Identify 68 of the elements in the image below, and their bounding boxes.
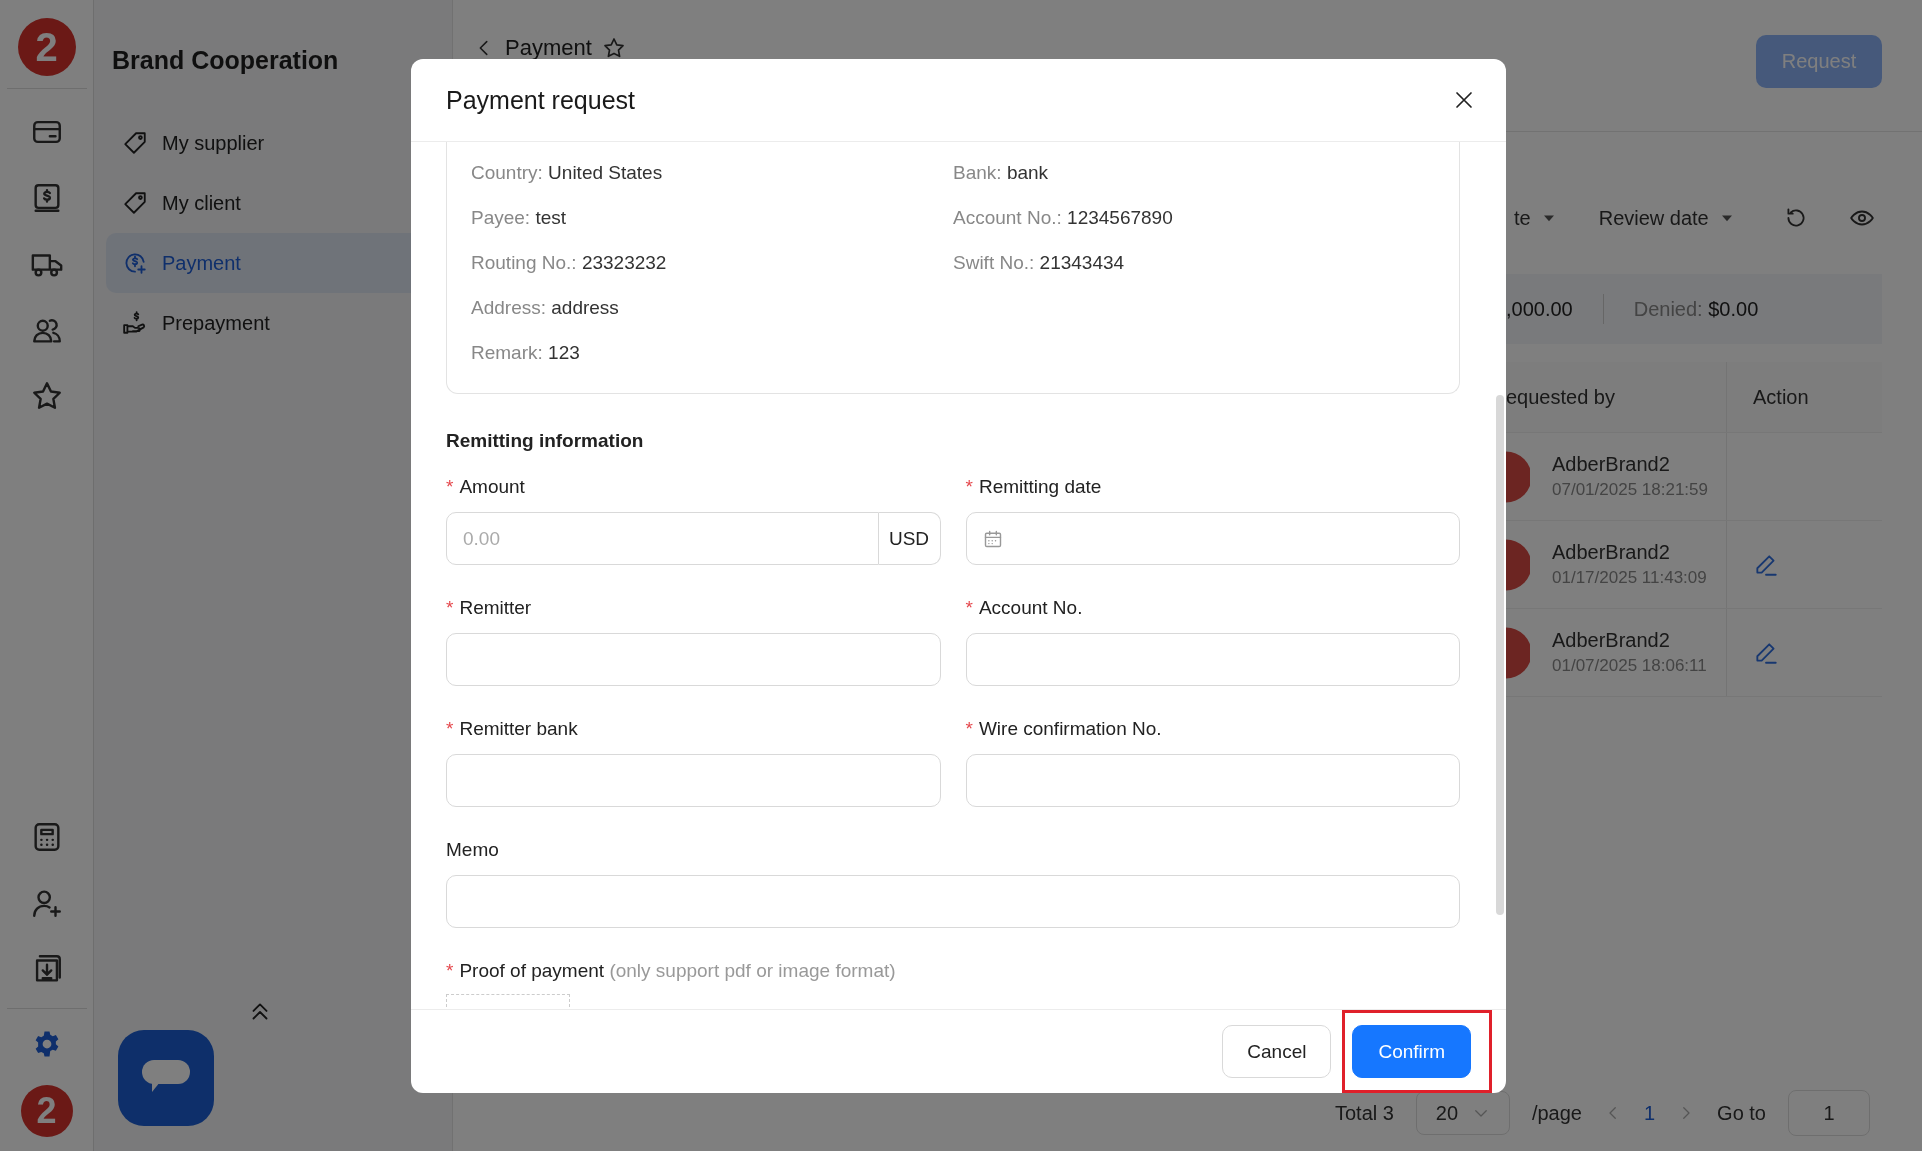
info-text: Bank: bank [953, 161, 1050, 184]
info-text: Routing No.: 23323232 [471, 251, 668, 274]
calendar-icon [982, 528, 1003, 549]
chat-button[interactable] [118, 1030, 214, 1126]
per-page-label: /page [1531, 1101, 1582, 1125]
section-title: Remitting information [446, 430, 645, 452]
sidebar-item[interactable]: My supplier [106, 113, 440, 173]
required-mark: * [446, 597, 454, 618]
requester-name: AdberBrand2 [1552, 453, 1671, 476]
required-mark: * [965, 718, 973, 739]
avatar-icon [1506, 538, 1530, 591]
text-field[interactable] [446, 633, 941, 686]
dialog-title: Payment request [446, 85, 635, 115]
total-count: Total 3 [1334, 1101, 1394, 1125]
info-text: Country: United States [471, 161, 664, 184]
avatar-icon [1506, 626, 1530, 679]
info-text: Remark: 123 [471, 341, 581, 364]
required-mark: * [965, 597, 973, 618]
hand-icon [122, 310, 148, 336]
cancel-button[interactable]: Cancel [1222, 1025, 1332, 1078]
page-number[interactable]: 1 [1643, 1101, 1656, 1125]
currency-label: USD [878, 512, 941, 565]
info-text: Swift No.: 21343434 [953, 251, 1126, 274]
sidebar-item[interactable]: Prepayment [106, 293, 440, 353]
field-label: * Account No. [965, 597, 1084, 620]
avatar-icon [1506, 450, 1530, 503]
field-label: * Wire confirmation No. [965, 718, 1163, 741]
page-size-select[interactable]: 20 [1415, 1091, 1510, 1135]
required-mark: * [446, 476, 454, 497]
field-label: * Remitter [446, 597, 533, 620]
sidebar-title: Brand Cooperation [111, 46, 340, 75]
column-header: Action [1752, 384, 1810, 410]
field-label: * Amount [446, 476, 526, 499]
text-field[interactable] [965, 754, 1460, 807]
requester-name: AdberBrand2 [1552, 629, 1671, 652]
summary-amount: ,000.00 [1506, 297, 1573, 321]
text-field[interactable] [446, 754, 941, 807]
info-text: Payee: test [471, 206, 568, 229]
sidebar-item[interactable]: My client [106, 173, 440, 233]
confirm-button[interactable]: Confirm [1352, 1025, 1471, 1078]
field-label: * Remitting date [965, 476, 1103, 499]
summary-amount: Denied: $0.00 [1633, 297, 1759, 321]
filter-dropdown[interactable]: te [1514, 206, 1559, 230]
user-avatar[interactable]: 2 [20, 1085, 73, 1137]
requester-name: AdberBrand2 [1552, 541, 1671, 564]
amount-field[interactable]: 0.00 [446, 512, 879, 565]
request-time: 01/17/2025 11:43:09 [1552, 568, 1707, 588]
required-mark: * [446, 718, 454, 739]
go-to-label: Go to [1717, 1101, 1766, 1125]
field-label: * Remitter bank [446, 718, 579, 741]
filter-dropdown[interactable]: Review date [1598, 206, 1737, 230]
required-mark: * [965, 476, 973, 497]
info-text: Address: address [471, 296, 620, 319]
tag-icon [122, 130, 148, 156]
scrollbar[interactable] [1496, 395, 1504, 915]
account-avatar[interactable]: 2 [17, 18, 76, 76]
request-time: 07/01/2025 18:21:59 [1552, 480, 1708, 500]
star-icon[interactable] [601, 36, 626, 60]
date-field[interactable] [965, 512, 1460, 565]
proof-label: * Proof of payment (only support pdf or image format) [446, 960, 897, 983]
field-label: Memo [446, 839, 500, 862]
text-field[interactable] [446, 875, 1460, 928]
page-title: Payment [505, 35, 592, 61]
info-text: Account No.: 1234567890 [953, 206, 1174, 229]
text-field[interactable] [965, 633, 1460, 686]
go-to-field[interactable]: 1 [1788, 1090, 1870, 1136]
tag-icon [122, 190, 148, 216]
request-time: 01/07/2025 18:06:11 [1552, 656, 1707, 676]
